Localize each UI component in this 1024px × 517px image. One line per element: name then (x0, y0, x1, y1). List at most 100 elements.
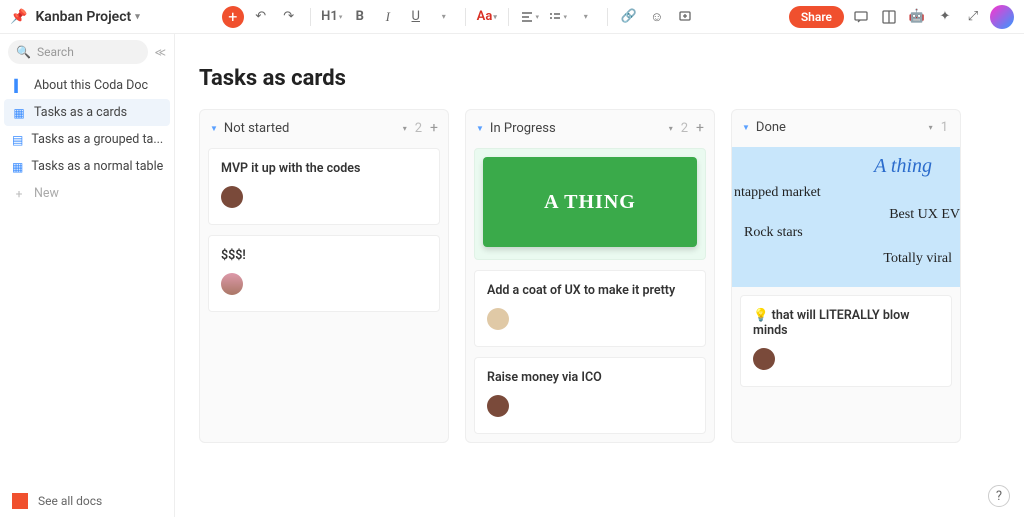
sidebar-new[interactable]: + New (0, 180, 174, 207)
assignee-avatar (221, 273, 243, 295)
search-input[interactable]: 🔍 Search (8, 40, 148, 64)
card[interactable]: $$$! (208, 235, 440, 312)
assignee-avatar (221, 186, 243, 208)
sidebar-item-about[interactable]: ▍ About this Coda Doc (0, 72, 174, 99)
page-title: Tasks as cards (199, 66, 1000, 91)
sidebar-item-label: Tasks as a grouped ta... (31, 132, 163, 147)
board-icon: ▦ (12, 106, 26, 120)
column-header[interactable]: ▼ In Progress ▾ 2 + (466, 110, 714, 146)
column-count: 2 (413, 121, 424, 136)
separator (607, 8, 608, 26)
chevron-down-icon[interactable]: ▾ (929, 123, 933, 132)
blue-text: Best UX EV (889, 207, 960, 223)
column-count: 2 (679, 121, 690, 136)
heading-label: H1 (321, 9, 338, 24)
plus-icon: + (12, 187, 26, 201)
blue-text: Rock stars (744, 225, 803, 241)
coda-logo-icon (12, 493, 28, 509)
column-in-progress: ▼ In Progress ▾ 2 + A THING Add a coat o… (465, 109, 715, 443)
column-name: Not started (224, 121, 397, 136)
expand-icon[interactable]: ⤢ (962, 6, 984, 28)
robot-icon[interactable]: 🤖 (906, 6, 928, 28)
chevron-down-icon: ▾ (339, 13, 343, 21)
table-icon: ▤ (12, 133, 23, 147)
sidebar-item-label: Tasks as a cards (34, 105, 127, 120)
add-card-button[interactable]: + (696, 120, 704, 136)
grid-icon: ▦ (12, 160, 23, 174)
underline-button[interactable]: U (405, 6, 427, 28)
triangle-down-icon: ▼ (476, 124, 484, 133)
sidebar-item-tasks-grouped[interactable]: ▤ Tasks as a grouped ta... (0, 126, 174, 153)
italic-button[interactable]: I (377, 6, 399, 28)
chat-icon[interactable] (850, 6, 872, 28)
book-icon[interactable] (878, 6, 900, 28)
redo-button[interactable]: ↷ (278, 6, 300, 28)
card-image: A THING (483, 157, 697, 247)
search-icon: 🔍 (16, 45, 31, 59)
card-image[interactable]: A thing ntapped market Best UX EV Rock s… (732, 147, 960, 287)
column-name: Done (756, 120, 923, 135)
chevron-down-icon[interactable]: ▾ (575, 6, 597, 28)
card[interactable]: Add a coat of UX to make it pretty (474, 270, 706, 347)
column-not-started: ▼ Not started ▾ 2 + MVP it up with the c… (199, 109, 449, 443)
card[interactable]: 💡 that will LITERALLY blow minds (740, 295, 952, 387)
chevron-down-icon: ▾ (563, 13, 567, 21)
text-color-label: Aa (477, 9, 493, 24)
main: Tasks as cards ▼ Not started ▾ 2 + MVP i… (175, 34, 1024, 517)
doc-title[interactable]: Kanban Project ▾ (35, 9, 139, 25)
sidebar-item-tasks-cards[interactable]: ▦ Tasks as a cards (4, 99, 170, 126)
sidebar: 🔍 Search ≪ ▍ About this Coda Doc ▦ Tasks… (0, 34, 175, 517)
card-title: MVP it up with the codes (221, 161, 427, 176)
column-count: 1 (939, 120, 950, 135)
column-header[interactable]: ▼ Done ▾ 1 (732, 110, 960, 145)
help-button[interactable]: ? (988, 485, 1010, 507)
separator (465, 8, 466, 26)
info-icon: ▍ (12, 79, 26, 93)
blue-text: ntapped market (734, 185, 821, 201)
assignee-avatar (487, 308, 509, 330)
chevron-down-icon[interactable]: ▾ (403, 124, 407, 133)
card-title: Add a coat of UX to make it pretty (487, 283, 693, 298)
sidebar-footer[interactable]: See all docs (0, 485, 174, 517)
bold-button[interactable]: B (349, 6, 371, 28)
assignee-avatar (753, 348, 775, 370)
link-button[interactable]: 🔗 (618, 6, 640, 28)
card-title: 💡 that will LITERALLY blow minds (753, 308, 939, 338)
separator (310, 8, 311, 26)
card-title: Raise money via ICO (487, 370, 693, 385)
topbar: 📌 Kanban Project ▾ + ↶ ↷ H1 ▾ B I U ▾ Aa… (0, 0, 1024, 34)
sidebar-item-label: Tasks as a normal table (31, 159, 163, 174)
emoji-button[interactable]: ☺ (646, 6, 668, 28)
chevron-down-icon[interactable]: ▾ (669, 124, 673, 133)
column-header[interactable]: ▼ Not started ▾ 2 + (200, 110, 448, 146)
search-placeholder: Search (37, 45, 74, 59)
blue-text: Totally viral (883, 251, 952, 267)
heading-dropdown[interactable]: H1 ▾ (321, 6, 343, 28)
align-button[interactable]: ▾ (519, 6, 541, 28)
chevron-down-icon[interactable]: ▾ (433, 6, 455, 28)
column-name: In Progress (490, 121, 663, 136)
chevron-down-icon: ▾ (535, 13, 539, 21)
triangle-down-icon: ▼ (210, 124, 218, 133)
triangle-down-icon: ▼ (742, 123, 750, 132)
separator (508, 8, 509, 26)
comment-button[interactable] (674, 6, 696, 28)
collapse-sidebar-icon[interactable]: ≪ (154, 46, 166, 59)
kanban-board: ▼ Not started ▾ 2 + MVP it up with the c… (199, 109, 1000, 443)
card[interactable]: MVP it up with the codes (208, 148, 440, 225)
assignee-avatar (487, 395, 509, 417)
undo-button[interactable]: ↶ (250, 6, 272, 28)
card[interactable]: Raise money via ICO (474, 357, 706, 434)
add-card-button[interactable]: + (430, 120, 438, 136)
chevron-down-icon: ▾ (493, 13, 497, 21)
user-avatar[interactable] (990, 5, 1014, 29)
list-button[interactable]: ▾ (547, 6, 569, 28)
add-button[interactable]: + (222, 6, 244, 28)
card-image-wrap[interactable]: A THING (474, 148, 706, 260)
text-color-button[interactable]: Aa ▾ (476, 6, 498, 28)
puzzle-icon[interactable]: ✦ (934, 6, 956, 28)
share-button[interactable]: Share (789, 6, 844, 28)
pin-icon: 📌 (10, 9, 27, 25)
sidebar-item-label: About this Coda Doc (34, 78, 148, 93)
sidebar-item-tasks-table[interactable]: ▦ Tasks as a normal table (0, 153, 174, 180)
